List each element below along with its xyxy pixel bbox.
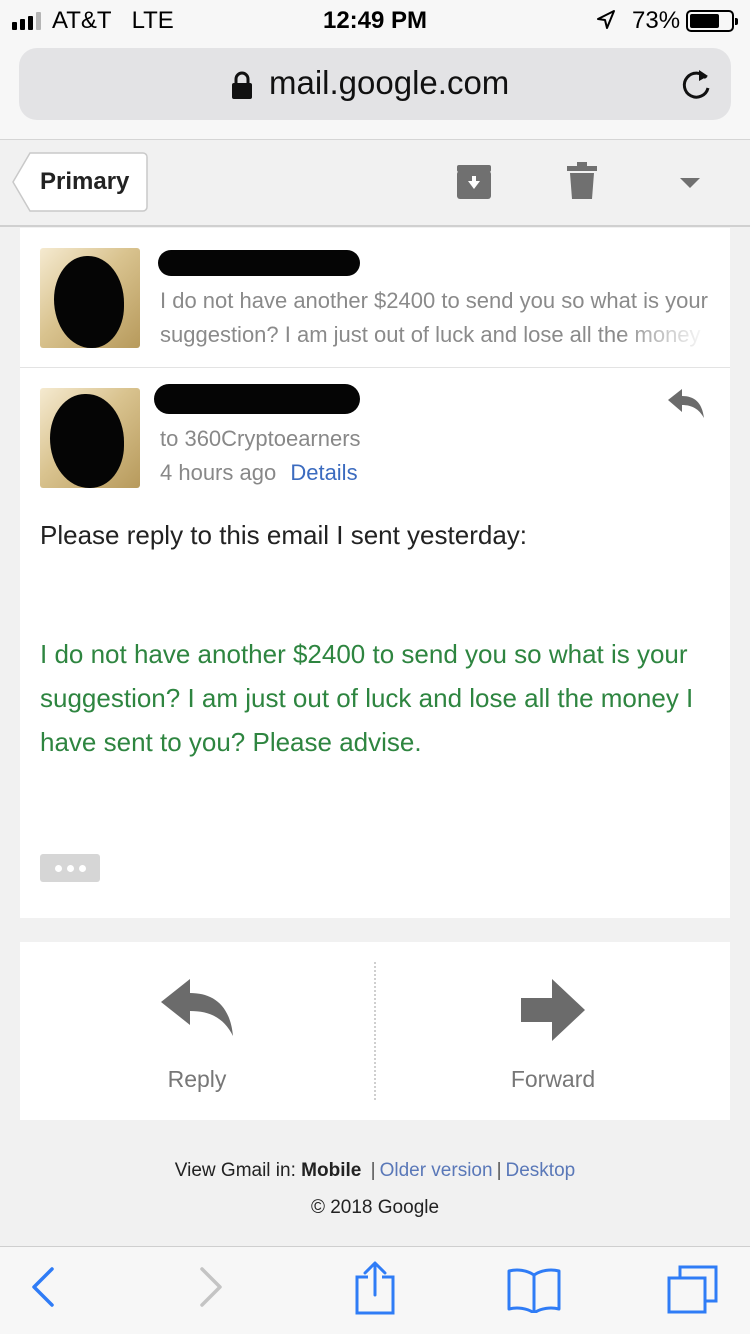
redacted-sender-name xyxy=(154,384,360,414)
status-bar: AT&T LTE 12:49 PM 73% xyxy=(0,0,750,40)
reply-forward-panel: Reply Forward xyxy=(20,942,730,1120)
bookmarks-icon[interactable] xyxy=(507,1267,561,1313)
reply-button[interactable]: Reply xyxy=(20,942,374,1120)
battery-level xyxy=(690,14,720,28)
archive-icon[interactable] xyxy=(455,163,493,201)
lock-icon xyxy=(232,71,252,99)
location-arrow-icon xyxy=(597,10,615,29)
view-mode-links: View Gmail in: Mobile | Older version | Des… xyxy=(0,1160,750,1182)
url-text: mail.google.com xyxy=(269,64,510,101)
reply-label: Reply xyxy=(167,1066,227,1092)
back-to-primary-button[interactable]: Primary xyxy=(12,152,148,212)
separator: | xyxy=(370,1160,376,1181)
email-thread: I do not have another $2400 to send you … xyxy=(20,228,730,918)
battery-icon xyxy=(686,10,738,32)
forward-label: Forward xyxy=(510,1066,596,1092)
message-body-intro: Please reply to this email I sent yester… xyxy=(40,520,528,550)
reply-icon[interactable] xyxy=(666,388,706,420)
show-trimmed-content-button[interactable] xyxy=(40,854,100,882)
avatar xyxy=(40,388,140,488)
reload-icon[interactable] xyxy=(679,66,713,102)
ellipsis-dot-icon xyxy=(66,864,74,872)
battery-percentage: 73% xyxy=(632,7,681,34)
back-chevron-icon[interactable] xyxy=(30,1265,56,1309)
trash-icon[interactable] xyxy=(566,161,598,201)
browser-url-area: mail.google.com xyxy=(0,40,750,140)
avatar xyxy=(40,248,140,348)
gmail-toolbar: Primary xyxy=(0,141,750,227)
recipient-line: to 360Cryptoearners xyxy=(160,426,361,451)
forward-button[interactable]: Forward xyxy=(376,942,730,1120)
chevron-down-icon[interactable] xyxy=(679,177,701,189)
share-icon[interactable] xyxy=(354,1261,396,1315)
forward-arrow-icon xyxy=(521,979,585,1041)
details-link[interactable]: Details xyxy=(290,460,357,485)
older-version-link[interactable]: Older version xyxy=(380,1160,493,1181)
separator: | xyxy=(496,1160,502,1181)
tabs-icon[interactable] xyxy=(666,1265,720,1315)
mobile-view-current: Mobile xyxy=(301,1160,362,1181)
desktop-view-link[interactable]: Desktop xyxy=(506,1160,576,1181)
copyright: © 2018 Google xyxy=(310,1197,440,1218)
redacted-sender-name xyxy=(158,250,360,276)
address-bar[interactable]: mail.google.com xyxy=(19,48,731,120)
ellipsis-dot-icon xyxy=(54,864,62,872)
message-body-quote: I do not have another $2400 to send you … xyxy=(40,639,694,757)
reply-arrow-icon xyxy=(161,979,233,1036)
collapsed-message[interactable]: I do not have another $2400 to send you … xyxy=(20,228,730,368)
browser-bottom-toolbar xyxy=(0,1246,750,1334)
back-button-label: Primary xyxy=(40,168,130,195)
view-in-label: View Gmail in: xyxy=(174,1160,296,1181)
message-timestamp: 4 hours ago xyxy=(160,460,277,485)
ellipsis-dot-icon xyxy=(78,864,86,872)
forward-chevron-icon[interactable] xyxy=(198,1265,224,1309)
message-time-row: 4 hours ago Details xyxy=(160,460,358,486)
